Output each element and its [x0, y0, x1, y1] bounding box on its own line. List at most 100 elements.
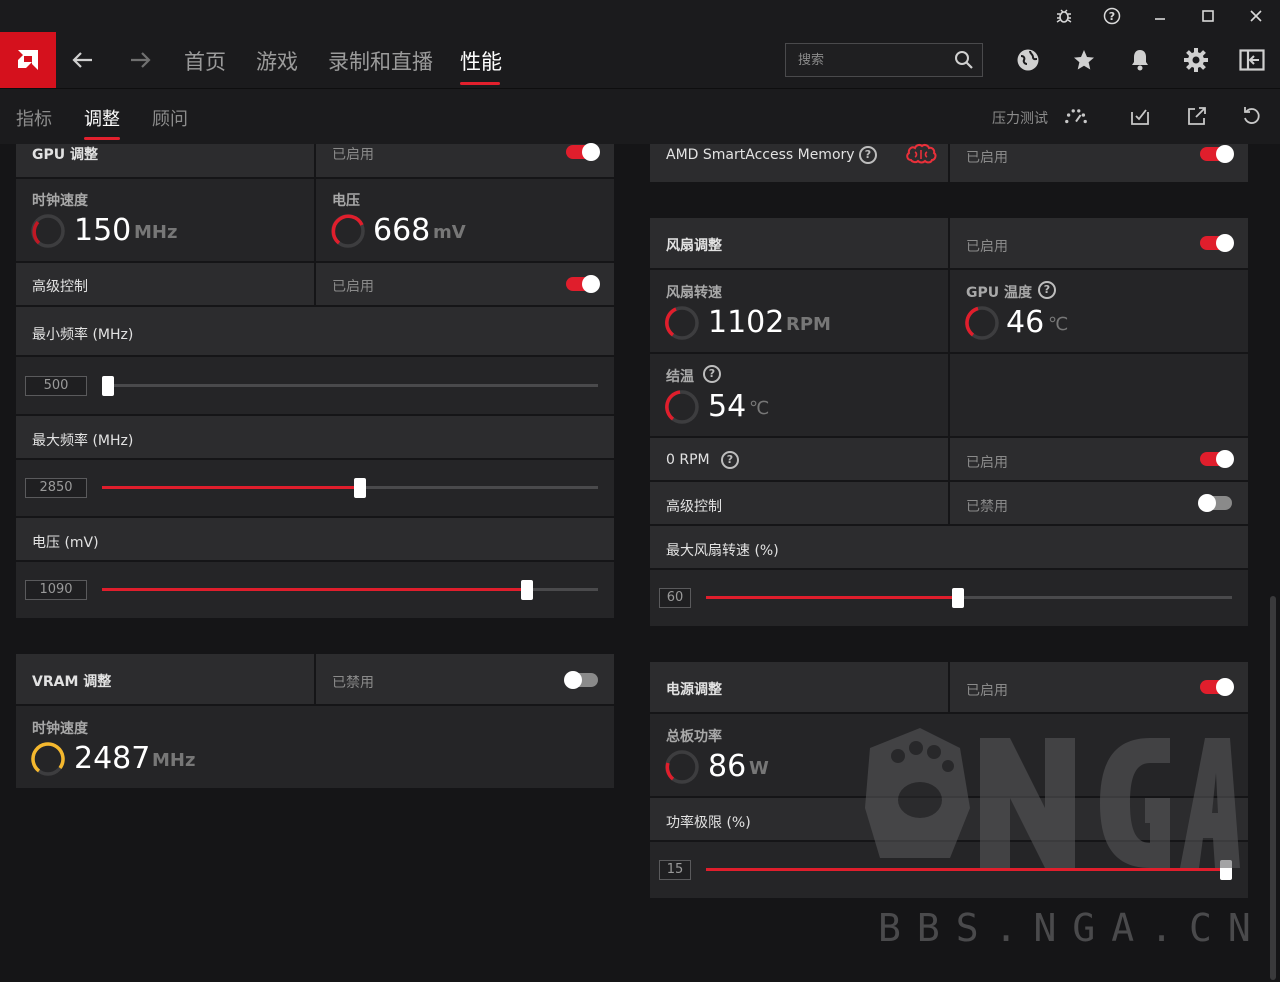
zero-rpm-status: 已启用 [966, 455, 1008, 471]
max-fan-speed-input[interactable]: 60 [659, 588, 691, 608]
junction-temp-value: 54 [708, 389, 747, 424]
close-icon[interactable] [1243, 4, 1269, 28]
fan-speed-unit: RPM [786, 314, 831, 335]
fan-advanced-label: 高级控制 [666, 499, 722, 515]
star-icon[interactable] [1070, 46, 1098, 74]
back-arrow-icon[interactable] [68, 44, 98, 76]
title-bar [0, 0, 1280, 32]
junction-temp-unit: ℃ [749, 398, 770, 419]
vram-clock-unit: MHz [152, 750, 196, 771]
active-tab-indicator [460, 82, 500, 85]
fan-speed-gauge [665, 306, 699, 340]
sam-title: AMD SmartAccess Memory [666, 147, 855, 163]
search-icon[interactable] [954, 50, 974, 74]
gpu-voltage-unit: mV [433, 222, 466, 243]
gpu-temp-help-icon[interactable]: ? [1038, 281, 1056, 299]
tab-games[interactable]: 游戏 [256, 46, 298, 76]
vram-tuning-toggle[interactable] [564, 671, 598, 689]
active-subtab-indicator [84, 137, 120, 140]
zero-rpm-toggle[interactable] [1200, 450, 1234, 468]
help-icon[interactable]: ? [1099, 4, 1125, 28]
sub-nav [0, 88, 1280, 144]
max-freq-input[interactable]: 2850 [25, 478, 87, 498]
zero-rpm-label: 0 RPM [666, 452, 710, 468]
junction-help-icon[interactable]: ? [703, 365, 721, 383]
watermark-text: BBS.NGA.CN [878, 906, 1267, 950]
zero-rpm-help-icon[interactable]: ? [721, 451, 739, 469]
fan-speed-label: 风扇转速 [666, 285, 722, 301]
search-box[interactable] [785, 43, 983, 77]
gpu-clock-gauge [31, 214, 65, 248]
speedometer-icon[interactable] [1064, 104, 1088, 128]
search-input[interactable] [798, 51, 948, 69]
min-freq-input[interactable]: 500 [25, 376, 87, 396]
junction-temp-gauge [665, 390, 699, 424]
tab-advisor[interactable]: 顾问 [152, 105, 188, 131]
fan-advanced-toggle[interactable] [1198, 494, 1232, 512]
globe-icon[interactable] [1014, 46, 1042, 74]
power-tuning-status: 已启用 [966, 683, 1008, 699]
fan-advanced-status: 已禁用 [966, 499, 1008, 515]
board-power-unit: W [749, 758, 769, 779]
gpu-voltage-gauge [331, 214, 365, 248]
stress-test-label[interactable]: 压力测试 [992, 108, 1048, 128]
gpu-tuning-toggle[interactable] [566, 143, 600, 161]
gear-icon[interactable] [1182, 46, 1210, 74]
fan-tuning-title: 风扇调整 [666, 238, 722, 254]
forward-arrow-icon[interactable] [125, 44, 155, 76]
fan-tuning-toggle[interactable] [1200, 234, 1234, 252]
max-freq-track[interactable] [102, 486, 598, 489]
power-limit-input[interactable]: 15 [659, 860, 691, 880]
amd-logo[interactable] [0, 32, 56, 88]
junction-empty-cell [950, 354, 1248, 436]
sam-status: 已启用 [966, 150, 1008, 166]
vram-clock-value: 2487 [74, 741, 151, 776]
sidebar-toggle-icon[interactable] [1238, 46, 1266, 74]
power-tuning-title: 电源调整 [666, 682, 722, 698]
voltage-mv-thumb[interactable] [521, 580, 533, 600]
gpu-advanced-label: 高级控制 [32, 279, 88, 295]
gpu-tuning-status: 已启用 [332, 147, 374, 163]
gpu-voltage-value: 668 [373, 213, 431, 248]
fan-speed-value: 1102 [708, 305, 785, 340]
gpu-tuning-title: GPU 调整 [32, 147, 98, 163]
minimize-icon[interactable] [1147, 4, 1173, 28]
max-fan-speed-label: 最大风扇转速 (%) [666, 543, 779, 559]
gpu-clock-value: 150 [74, 213, 132, 248]
scrollbar[interactable] [1270, 596, 1276, 980]
voltage-mv-fill [102, 588, 526, 591]
voltage-mv-input[interactable]: 1090 [25, 580, 87, 600]
min-freq-label: 最小频率 (MHz) [32, 327, 134, 343]
brain-icon [905, 142, 937, 172]
svg-text:?: ? [1109, 10, 1115, 23]
sam-toggle[interactable] [1200, 145, 1234, 163]
tab-metrics[interactable]: 指标 [16, 105, 52, 131]
board-power-gauge [665, 750, 699, 784]
min-freq-thumb[interactable] [102, 376, 114, 396]
max-fan-speed-track[interactable] [706, 596, 1232, 599]
max-freq-label: 最大频率 (MHz) [32, 433, 134, 449]
reset-icon[interactable] [1240, 104, 1264, 128]
gpu-advanced-toggle[interactable] [566, 275, 600, 293]
maximize-icon[interactable] [1195, 4, 1221, 28]
max-freq-thumb[interactable] [354, 478, 366, 498]
gpu-advanced-status: 已启用 [332, 279, 374, 295]
bug-report-icon[interactable] [1051, 4, 1077, 28]
export-icon[interactable] [1185, 104, 1209, 128]
tab-performance[interactable]: 性能 [460, 46, 502, 76]
sam-help-icon[interactable]: ? [859, 146, 877, 164]
voltage-mv-header [16, 518, 614, 560]
power-tuning-toggle[interactable] [1200, 678, 1234, 696]
junction-temp-label: 结温 [666, 369, 694, 385]
power-limit-label: 功率极限 (%) [666, 815, 751, 831]
tab-tuning[interactable]: 调整 [84, 105, 120, 131]
tab-record-stream[interactable]: 录制和直播 [328, 46, 433, 76]
bell-icon[interactable] [1126, 46, 1154, 74]
apply-changes-icon[interactable] [1128, 104, 1152, 128]
gpu-clock-unit: MHz [134, 222, 178, 243]
min-freq-track[interactable] [102, 384, 598, 387]
max-fan-speed-thumb[interactable] [952, 588, 964, 608]
gpu-voltage-label: 电压 [332, 193, 360, 209]
gpu-temp-label: GPU 温度 [966, 285, 1032, 301]
tab-home[interactable]: 首页 [184, 46, 226, 76]
